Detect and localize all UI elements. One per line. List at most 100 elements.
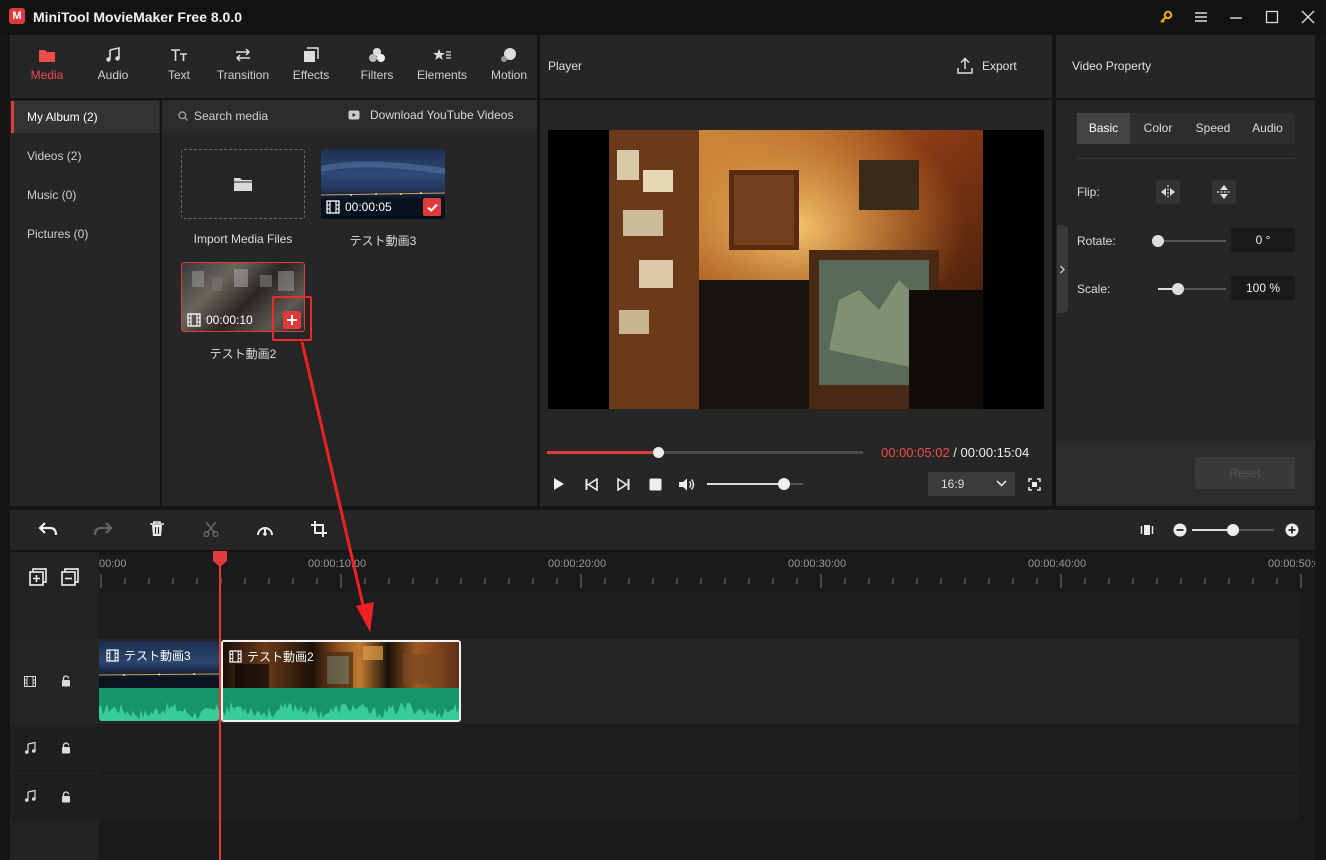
- music-track-icon: [24, 790, 36, 802]
- tab-speed[interactable]: Speed: [1186, 113, 1240, 144]
- scale-value[interactable]: 100 %: [1231, 276, 1295, 300]
- timeline-clip[interactable]: テスト動画3: [99, 641, 219, 721]
- scale-slider[interactable]: [1158, 283, 1226, 295]
- rotate-slider-handle[interactable]: [1152, 235, 1164, 247]
- divider: [1077, 158, 1295, 159]
- menu-icon[interactable]: [1190, 6, 1212, 28]
- film-icon: [106, 649, 119, 662]
- fit-timeline-icon[interactable]: [1140, 523, 1154, 537]
- add-track-icon[interactable]: [29, 568, 47, 586]
- zoom-out-icon[interactable]: [1173, 523, 1187, 537]
- tab-media[interactable]: Media: [14, 44, 80, 90]
- tab-color[interactable]: Color: [1130, 113, 1186, 144]
- audio-waveform: [223, 702, 459, 720]
- album-item-music[interactable]: Music (0): [11, 179, 159, 211]
- app-logo: M: [9, 8, 25, 24]
- export-button[interactable]: Export: [982, 59, 1017, 73]
- playhead[interactable]: [219, 552, 221, 860]
- zoom-in-icon[interactable]: [1285, 523, 1299, 537]
- playback-progress[interactable]: [547, 447, 863, 458]
- timeline-clip-label: テスト動画3: [106, 647, 191, 664]
- tab-effects[interactable]: Effects: [278, 44, 344, 90]
- search-input[interactable]: Search media: [194, 109, 268, 123]
- tab-text[interactable]: Text: [146, 44, 212, 90]
- text-icon: [170, 44, 188, 66]
- video-preview[interactable]: [548, 130, 1044, 409]
- aspect-ratio-select[interactable]: 16:9: [928, 472, 1015, 496]
- effects-icon: [303, 44, 319, 66]
- rotate-slider[interactable]: [1152, 235, 1226, 247]
- audio-waveform: [99, 702, 219, 721]
- tab-audio[interactable]: Audio: [1240, 113, 1295, 144]
- tab-transition[interactable]: Transition: [210, 44, 276, 90]
- tab-filters[interactable]: Filters: [344, 44, 410, 90]
- minimize-icon[interactable]: [1225, 6, 1247, 28]
- undo-icon[interactable]: [38, 521, 58, 537]
- reset-button[interactable]: Reset: [1195, 457, 1295, 489]
- tab-media-label: Media: [30, 68, 64, 82]
- album-item-pictures[interactable]: Pictures (0): [11, 218, 159, 250]
- clip-name: テスト動画2: [209, 347, 277, 361]
- playhead-handle[interactable]: [213, 551, 227, 567]
- volume-icon[interactable]: [676, 473, 698, 495]
- tab-filters-label: Filters: [360, 68, 394, 82]
- volume-slider-handle[interactable]: [778, 478, 790, 490]
- download-youtube-button[interactable]: Download YouTube Videos: [370, 108, 513, 122]
- volume-slider[interactable]: [707, 478, 803, 490]
- ruler-tick-label: 00:00:40:00: [1028, 558, 1087, 570]
- transition-icon: [234, 44, 252, 66]
- tab-basic[interactable]: Basic: [1077, 113, 1130, 144]
- current-time: 00:00:05:02: [881, 445, 950, 460]
- clip-duration: 00:00:10: [187, 313, 253, 327]
- scale-slider-handle[interactable]: [1172, 283, 1184, 295]
- timeline-ruler[interactable]: 00:00 00:00:10:00 00:00:20:00 00:00:30:0…: [99, 552, 1315, 592]
- maximize-icon[interactable]: [1261, 6, 1283, 28]
- ruler-tick-label: 00:00:30:00: [788, 558, 847, 570]
- rotate-value[interactable]: 0 °: [1231, 228, 1295, 252]
- media-thumbnail[interactable]: 00:00:05: [321, 149, 445, 219]
- fullscreen-icon[interactable]: [1023, 473, 1045, 495]
- film-icon: [187, 313, 201, 327]
- timeline-clip-selected[interactable]: テスト動画2: [221, 640, 461, 722]
- stop-button[interactable]: [644, 473, 666, 495]
- tab-audio[interactable]: Audio: [80, 44, 146, 90]
- key-icon[interactable]: [1155, 6, 1177, 28]
- ruler-tick-label: 00:00: [99, 558, 127, 570]
- timeline-zoom-handle[interactable]: [1227, 524, 1239, 536]
- film-icon: [326, 200, 340, 214]
- tab-transition-label: Transition: [216, 68, 270, 82]
- ruler-tick-label: 00:00:50:00: [1268, 558, 1315, 570]
- export-icon: [957, 57, 973, 74]
- album-item-videos[interactable]: Videos (2): [11, 140, 159, 172]
- timeline-zoom-slider[interactable]: [1192, 524, 1274, 536]
- lock-icon[interactable]: [61, 742, 71, 754]
- next-frame-button[interactable]: [612, 473, 634, 495]
- tab-effects-label: Effects: [292, 68, 330, 82]
- split-scissors-icon[interactable]: [203, 521, 219, 537]
- tab-elements[interactable]: Elements: [409, 44, 475, 90]
- ruler-ticks: [100, 574, 1302, 588]
- flip-vertical-button[interactable]: [1212, 180, 1236, 204]
- audio-track-2[interactable]: [10, 774, 1299, 821]
- lock-icon[interactable]: [61, 675, 71, 687]
- tab-audio-label: Audio: [97, 68, 129, 82]
- play-button[interactable]: [548, 473, 570, 495]
- lock-icon[interactable]: [61, 791, 71, 803]
- album-item-my-album[interactable]: My Album (2): [11, 101, 159, 133]
- playback-progress-handle[interactable]: [652, 447, 664, 458]
- music-track-icon: [24, 742, 36, 754]
- speed-gauge-icon[interactable]: [256, 521, 274, 537]
- close-icon[interactable]: [1297, 6, 1319, 28]
- search-icon: [178, 111, 188, 121]
- audio-track-1[interactable]: [10, 725, 1299, 772]
- import-media-button[interactable]: [181, 149, 305, 219]
- remove-track-icon[interactable]: [61, 568, 79, 586]
- chevron-down-icon: [996, 480, 1007, 487]
- flip-horizontal-button[interactable]: [1156, 180, 1180, 204]
- added-check-icon: [423, 198, 441, 216]
- title-bar: M MiniTool MovieMaker Free 8.0.0: [0, 0, 1326, 34]
- tab-motion[interactable]: Motion: [476, 44, 542, 90]
- previous-frame-button[interactable]: [580, 473, 602, 495]
- delete-icon[interactable]: [149, 521, 165, 537]
- redo-icon[interactable]: [93, 521, 113, 537]
